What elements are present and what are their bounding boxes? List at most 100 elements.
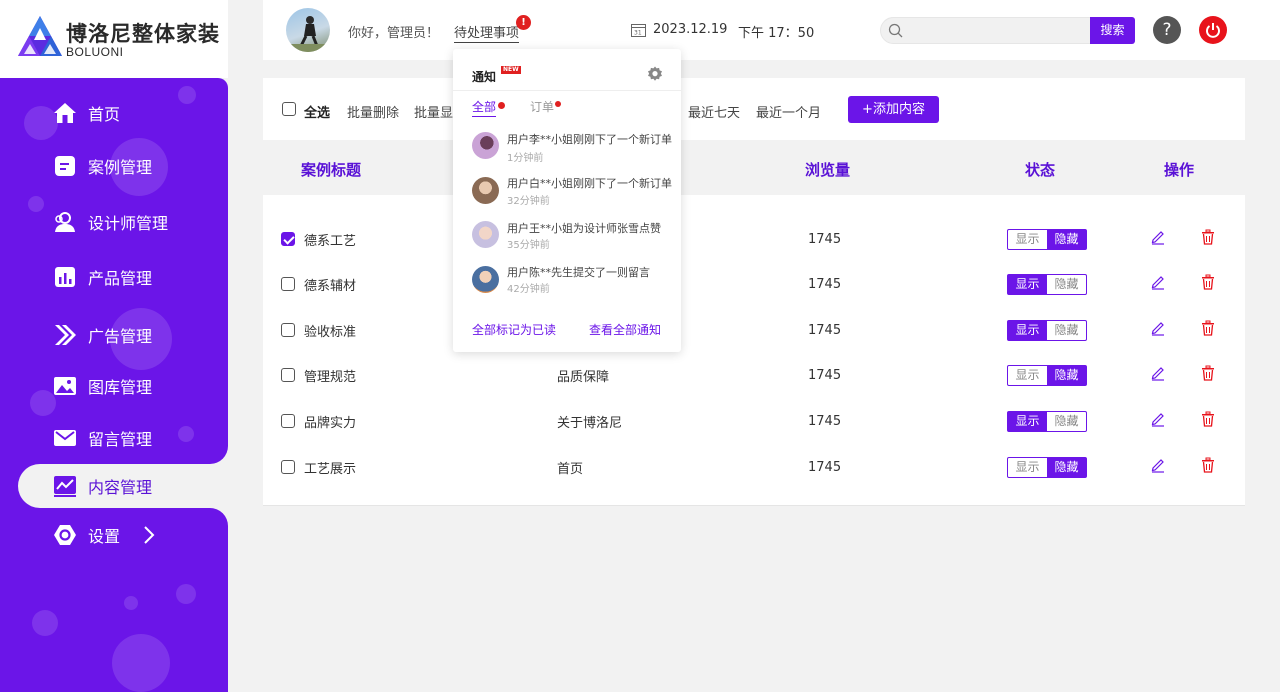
sidebar-item-gallery[interactable]: 图库管理 — [0, 366, 228, 406]
pending-alert-badge: ! — [516, 15, 531, 30]
toggle-show-option[interactable]: 显示 — [1008, 458, 1047, 477]
sidebar-item-settings[interactable]: 设置 — [0, 515, 228, 555]
help-icon[interactable]: ? — [1153, 16, 1181, 44]
status-toggle: 显示 隐藏 — [1007, 365, 1087, 386]
edit-icon[interactable] — [1150, 365, 1166, 381]
column-header-actions: 操作 — [1164, 161, 1195, 179]
edit-icon[interactable] — [1150, 229, 1166, 245]
status-toggle: 显示 隐藏 — [1007, 320, 1087, 341]
row-views: 1745 — [808, 368, 842, 383]
table-body — [263, 195, 1245, 506]
toggle-hide-option[interactable]: 隐藏 — [1047, 230, 1086, 249]
row-title: 品牌实力 — [304, 416, 357, 431]
row-views: 1745 — [808, 460, 842, 475]
filter-last-seven-days[interactable]: 最近七天 — [688, 102, 740, 121]
notification-text[interactable]: 用户王**小姐为设计师张雪点赞 — [507, 220, 661, 236]
edit-icon[interactable] — [1150, 411, 1166, 427]
delete-icon[interactable] — [1200, 274, 1216, 290]
row-checkbox[interactable] — [281, 460, 295, 474]
edit-icon[interactable] — [1150, 457, 1166, 473]
row-checkbox[interactable] — [281, 232, 295, 246]
notification-text[interactable]: 用户白**小姐刚刚下了一个新订单 — [507, 175, 672, 191]
delete-icon[interactable] — [1200, 457, 1216, 473]
status-toggle: 显示 隐藏 — [1007, 411, 1087, 432]
row-title: 验收标准 — [304, 325, 357, 340]
toggle-show-option[interactable]: 显示 — [1008, 275, 1047, 294]
select-all-label[interactable]: 全选 — [304, 102, 330, 121]
row-views: 1745 — [808, 414, 842, 429]
row-checkbox[interactable] — [281, 277, 295, 291]
sidebar-item-home[interactable]: 首页 — [0, 93, 228, 133]
toggle-show-option[interactable]: 显示 — [1008, 412, 1047, 431]
column-header-title: 案例标题 — [301, 161, 362, 179]
toggle-hide-option[interactable]: 隐藏 — [1047, 275, 1086, 294]
toggle-hide-option[interactable]: 隐藏 — [1047, 412, 1086, 431]
notification-text[interactable]: 用户陈**先生提交了一则留言 — [507, 264, 650, 280]
batch-delete-button[interactable]: 批量删除 — [347, 102, 399, 121]
row-title: 德系辅材 — [304, 279, 357, 294]
toggle-show-option[interactable]: 显示 — [1008, 366, 1047, 385]
sidebar-item-products[interactable]: 产品管理 — [0, 257, 228, 297]
delete-icon[interactable] — [1200, 229, 1216, 245]
delete-icon[interactable] — [1200, 411, 1216, 427]
tab-orders-dot — [555, 101, 561, 107]
toggle-hide-option[interactable]: 隐藏 — [1047, 458, 1086, 477]
svg-text:31: 31 — [634, 30, 642, 37]
avatar[interactable] — [286, 8, 330, 52]
gear-icon[interactable] — [647, 66, 663, 82]
decor-bubble — [124, 596, 138, 610]
sidebar-item-label: 设置 — [88, 527, 121, 546]
pending-items-link[interactable]: 待处理事项 — [454, 22, 520, 43]
toggle-hide-option[interactable]: 隐藏 — [1047, 321, 1086, 340]
sidebar-item-ads[interactable]: 广告管理 — [0, 315, 228, 355]
toggle-show-option[interactable]: 显示 — [1008, 321, 1047, 340]
row-checkbox[interactable] — [281, 368, 295, 382]
notification-avatar — [472, 177, 499, 204]
sidebar-item-label: 案例管理 — [88, 158, 153, 177]
current-time: 下午 17：50 — [738, 26, 815, 41]
sidebar-item-label: 产品管理 — [88, 269, 153, 288]
search-icon — [888, 23, 903, 38]
mark-all-read-link[interactable]: 全部标记为已读 — [472, 321, 556, 338]
edit-icon[interactable] — [1150, 274, 1166, 290]
delete-icon[interactable] — [1200, 320, 1216, 336]
sidebar-item-designers[interactable]: 设计师管理 — [0, 202, 228, 242]
calendar-icon: 31 — [631, 24, 646, 37]
status-toggle: 显示 隐藏 — [1007, 229, 1087, 250]
sidebar-item-content[interactable]: 内容管理 — [0, 466, 228, 506]
divider — [453, 90, 681, 91]
delete-icon[interactable] — [1200, 365, 1216, 381]
add-content-button[interactable]: +添加内容 — [848, 96, 939, 123]
brand-name: 博洛尼整体家装 — [66, 22, 220, 46]
decor-bubble — [112, 634, 170, 692]
tab-orders[interactable]: 订单 — [530, 98, 554, 115]
sidebar-item-messages[interactable]: 留言管理 — [0, 418, 228, 458]
view-all-notifications-link[interactable]: 查看全部通知 — [589, 321, 661, 338]
toggle-hide-option[interactable]: 隐藏 — [1047, 366, 1086, 385]
tab-all[interactable]: 全部 — [472, 98, 497, 117]
image-icon — [52, 373, 78, 399]
toggle-show-option[interactable]: 显示 — [1008, 230, 1047, 249]
row-checkbox[interactable] — [281, 323, 295, 337]
line-chart-icon — [52, 473, 78, 499]
tab-all-dot — [498, 102, 505, 109]
filter-last-month[interactable]: 最近一个月 — [756, 102, 821, 121]
power-icon[interactable] — [1199, 16, 1227, 44]
notification-avatar — [472, 221, 499, 248]
search-input[interactable] — [880, 17, 1092, 44]
document-icon — [52, 153, 78, 179]
sidebar-item-label: 图库管理 — [88, 378, 153, 397]
chevron-right-icon — [144, 526, 155, 544]
sidebar-item-cases[interactable]: 案例管理 — [0, 146, 228, 186]
column-header-views: 浏览量 — [805, 161, 851, 179]
notification-text[interactable]: 用户李**小姐刚刚下了一个新订单 — [507, 131, 672, 147]
notification-avatar — [472, 132, 499, 159]
search-button[interactable]: 搜索 — [1090, 17, 1135, 44]
select-all-checkbox[interactable] — [282, 102, 296, 116]
row-title: 管理规范 — [304, 370, 357, 385]
row-checkbox[interactable] — [281, 414, 295, 428]
batch-show-button[interactable]: 批量显 — [414, 102, 453, 121]
sidebar-item-label: 首页 — [88, 105, 121, 124]
edit-icon[interactable] — [1150, 320, 1166, 336]
popup-title: 通知 — [472, 70, 497, 84]
